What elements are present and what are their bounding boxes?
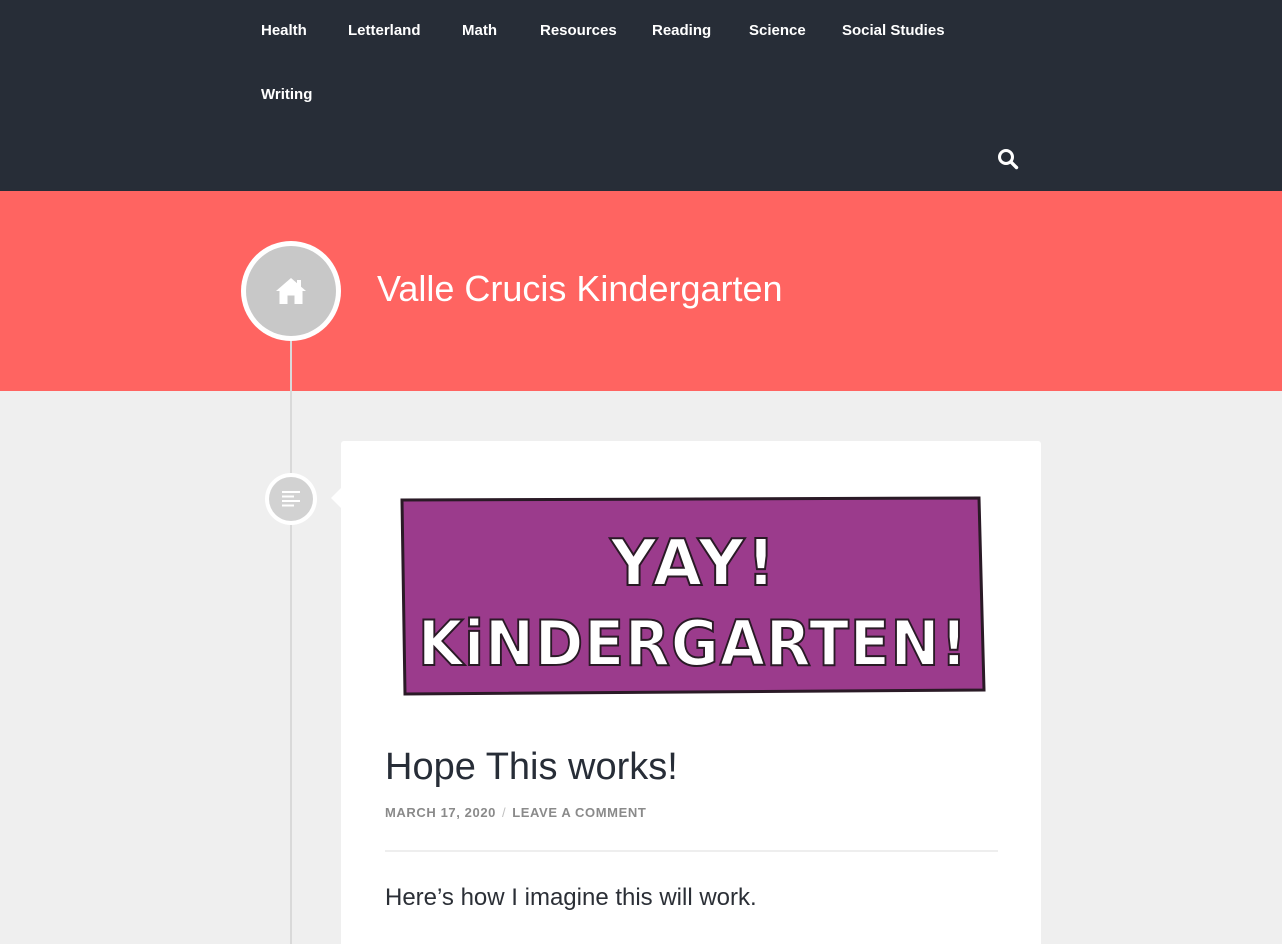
nav-item-letterland[interactable]: Letterland: [348, 22, 421, 39]
post-meta: MARCH 17, 2020 / LEAVE A COMMENT: [385, 805, 646, 820]
nav-item-resources[interactable]: Resources: [540, 22, 617, 39]
post-format-badge: [265, 473, 317, 525]
home-button[interactable]: [241, 241, 341, 341]
post-date-link[interactable]: MARCH 17, 2020: [385, 805, 496, 820]
banner-text-line2: KiNDERGARTEN!: [418, 607, 968, 680]
site-title[interactable]: Valle Crucis Kindergarten: [377, 268, 783, 310]
post-divider: [385, 850, 998, 852]
timeline-line: [290, 330, 292, 944]
nav-item-writing[interactable]: Writing: [261, 86, 312, 103]
post-title[interactable]: Hope This works!: [385, 746, 678, 789]
nav-item-social-studies[interactable]: Social Studies: [842, 22, 945, 39]
yay-kindergarten-banner-image: YAY! KiNDERGARTEN!: [400, 496, 986, 696]
search-icon: [998, 149, 1019, 170]
meta-separator: /: [502, 805, 507, 820]
leave-comment-link[interactable]: LEAVE A COMMENT: [512, 805, 646, 820]
home-icon: [276, 278, 306, 304]
nav-item-health[interactable]: Health: [261, 22, 307, 39]
nav-item-reading[interactable]: Reading: [652, 22, 711, 39]
banner-text-line1: YAY!: [609, 527, 777, 601]
card-pointer: [331, 488, 341, 508]
top-navigation-bar: Health Letterland Math Resources Reading…: [0, 0, 1282, 191]
post-excerpt: Here’s how I imagine this will work.: [385, 884, 757, 911]
nav-item-science[interactable]: Science: [749, 22, 806, 39]
text-lines-icon: [282, 491, 300, 507]
search-button[interactable]: [996, 147, 1020, 171]
nav-item-math[interactable]: Math: [462, 22, 497, 39]
